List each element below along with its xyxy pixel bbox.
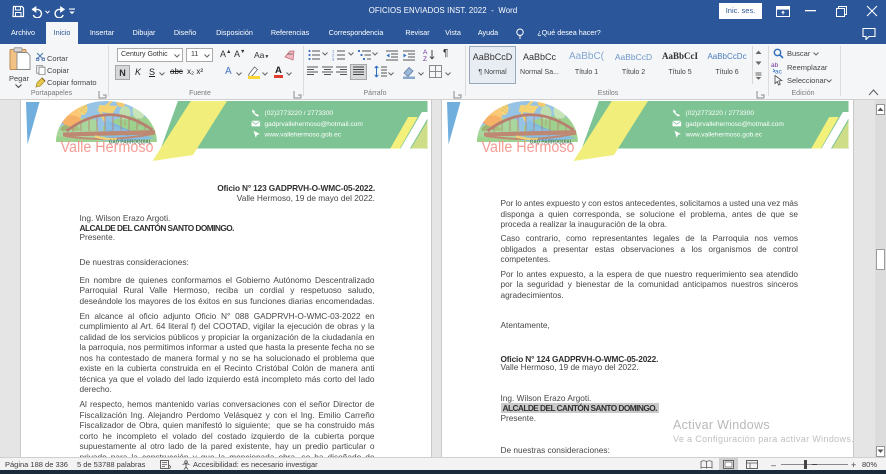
svg-text:www.vallehermoso.gob.ec: www.vallehermoso.gob.ec: [264, 132, 342, 139]
svg-text:3: 3: [332, 57, 335, 62]
svg-text:(02)2773220 / 2773300: (02)2773220 / 2773300: [686, 110, 755, 117]
svg-text:www.vallehermoso.gob.ec: www.vallehermoso.gob.ec: [685, 132, 763, 139]
svg-text:GAD PARROQUIAL: GAD PARROQUIAL: [530, 140, 573, 146]
svg-text:gadprvallehermoso@hotmail.com: gadprvallehermoso@hotmail.com: [265, 121, 364, 128]
svg-text:A: A: [423, 49, 428, 56]
svg-text:ac: ac: [775, 69, 783, 75]
svg-text:gadprvallehermoso@hotmail.com: gadprvallehermoso@hotmail.com: [686, 121, 785, 128]
svg-text:GAD PARROQUIAL: GAD PARROQUIAL: [109, 140, 152, 146]
svg-text:(02)2773220 / 2773300: (02)2773220 / 2773300: [265, 110, 334, 117]
svg-text:Z: Z: [423, 56, 427, 62]
